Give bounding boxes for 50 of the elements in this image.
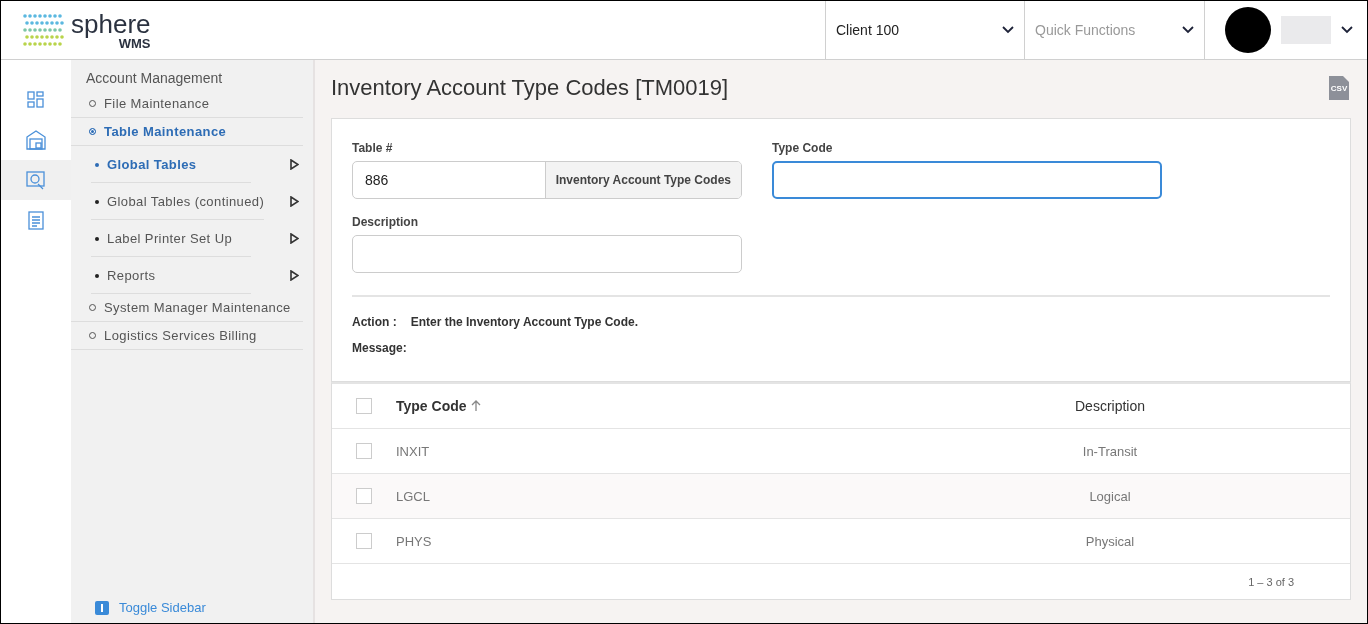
triangle-right-icon xyxy=(290,270,299,281)
sidebar-item[interactable]: Logistics Services Billing xyxy=(71,322,303,350)
action-label: Action : xyxy=(352,315,397,329)
logo-name: sphere xyxy=(71,10,151,37)
triangle-right-icon xyxy=(290,233,299,244)
action-text: Enter the Inventory Account Type Code. xyxy=(410,315,639,329)
sidebar-item[interactable]: System Manager Maintenance xyxy=(71,294,303,322)
dotted-globe-logo xyxy=(21,12,65,48)
rail-nav-button[interactable] xyxy=(1,160,71,200)
table-cell-text: LGCL xyxy=(396,488,431,504)
triangle-right-icon xyxy=(290,159,299,170)
sidebar-item[interactable]: Table Maintenance xyxy=(71,118,303,146)
row-checkbox[interactable] xyxy=(356,533,372,549)
avatar-circle[interactable] xyxy=(1225,7,1271,53)
description-input[interactable] xyxy=(352,235,742,273)
table-cell-text: PHYS xyxy=(396,533,433,549)
page-title: Inventory Account Type Codes [TM0019] xyxy=(331,75,729,101)
sidebar-title: Account Management xyxy=(85,70,224,86)
grid-icon xyxy=(27,91,45,109)
triangle-right-icon xyxy=(290,196,299,207)
row-checkbox[interactable] xyxy=(356,488,372,504)
table-cell: Logical xyxy=(1089,488,1131,504)
table-cell: Physical xyxy=(1085,533,1135,549)
message-label: Message: xyxy=(352,341,407,355)
sidebar-item[interactable]: File Maintenance xyxy=(71,90,303,118)
chevron-down-icon xyxy=(1002,26,1014,34)
sidebar-icon xyxy=(95,600,109,615)
table-cell: In-Transit xyxy=(1082,443,1138,459)
chevron-down-icon xyxy=(1182,26,1194,34)
type-code-input[interactable] xyxy=(772,161,1162,199)
warehouse-icon xyxy=(26,130,46,150)
logo-subtitle: WMS xyxy=(118,36,151,50)
column-header[interactable]: Type Code xyxy=(396,398,950,414)
column-header[interactable]: Description xyxy=(1075,398,1145,414)
pagination-range: 1 – 3 of 3 xyxy=(1248,575,1294,588)
sidebar-subitem[interactable]: Global Tables xyxy=(91,146,251,183)
row-checkbox[interactable] xyxy=(356,443,372,459)
field-label: Table # xyxy=(352,141,394,155)
field-label: Type Code xyxy=(772,141,834,155)
chevron-down-icon xyxy=(1341,26,1353,34)
sidebar-subitem[interactable]: Reports xyxy=(91,257,251,294)
select-all-checkbox[interactable] xyxy=(356,398,372,414)
clipboard-icon xyxy=(28,210,44,230)
sort-up-arrow-icon xyxy=(470,400,481,412)
sidebar-subitem[interactable]: Global Tables (continued) xyxy=(91,183,265,220)
table-cell-text: INXIT xyxy=(396,443,431,459)
client-dropdown[interactable]: Client 100 xyxy=(825,1,1024,59)
field-label: Description xyxy=(352,215,419,229)
sidebar-subitem[interactable]: Label Printer Set Up xyxy=(91,220,251,257)
table-number-field[interactable]: 886 Inventory Account Type Codes xyxy=(352,161,742,199)
